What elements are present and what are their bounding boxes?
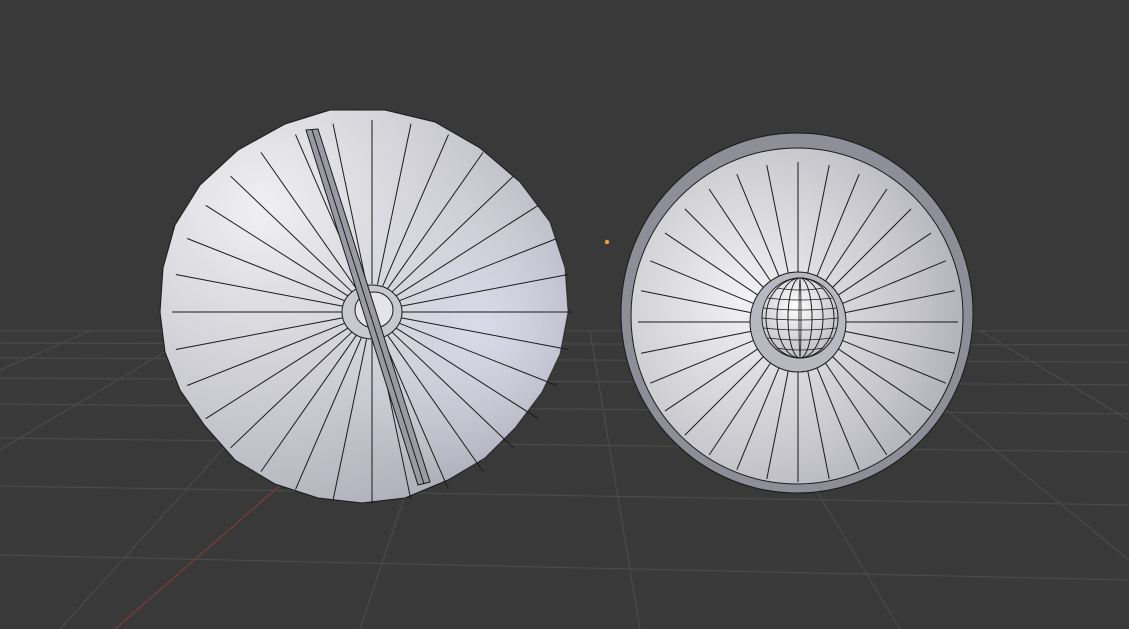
object-origin-marker[interactable] <box>604 239 610 245</box>
3d-viewport[interactable] <box>0 0 1129 629</box>
x-axis-line <box>114 467 301 629</box>
right-cone-object[interactable] <box>620 132 974 494</box>
left-cone-object[interactable] <box>159 109 572 504</box>
viewport-canvas[interactable] <box>0 0 1129 629</box>
